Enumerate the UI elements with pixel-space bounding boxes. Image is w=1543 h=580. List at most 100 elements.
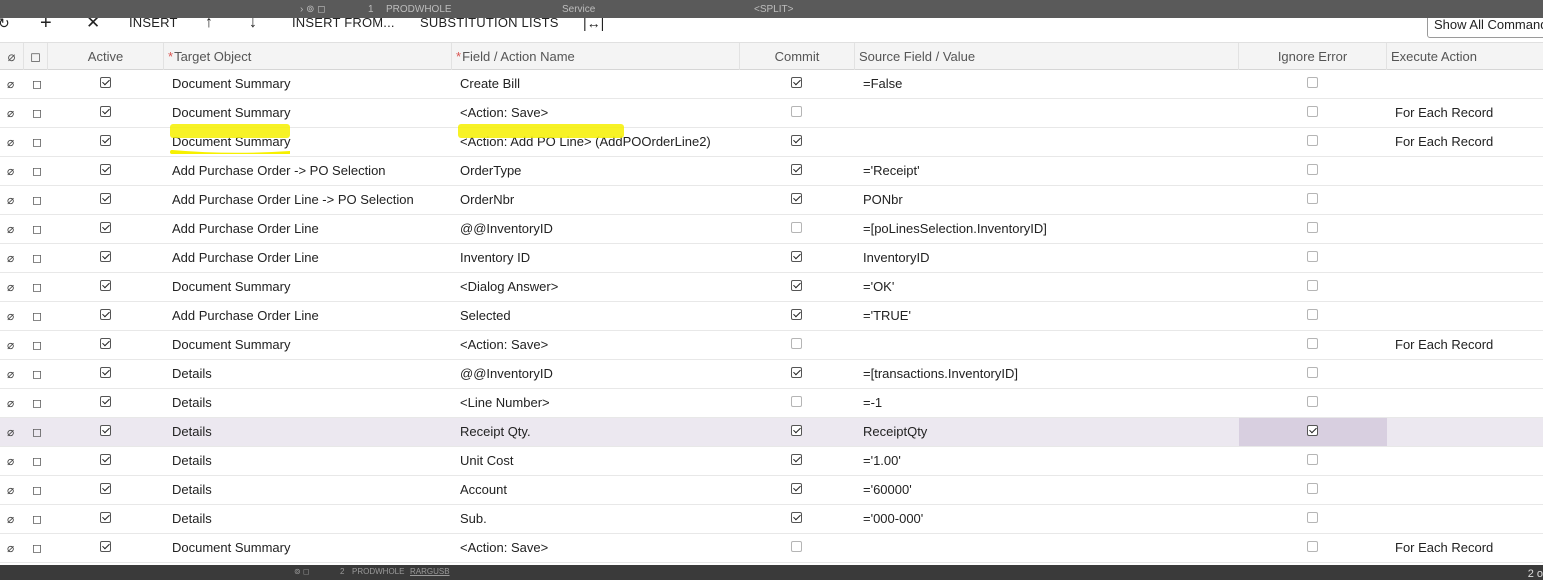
active-checkbox[interactable] [100,280,111,291]
note-icon[interactable]: ◻ [32,476,42,504]
commit-checkbox[interactable] [791,280,802,291]
commit-checkbox[interactable] [791,512,802,523]
ignore-error-checkbox[interactable] [1307,280,1318,291]
ignore-error-checkbox[interactable] [1307,222,1318,233]
attachment-icon[interactable]: ⌀ [7,476,14,504]
active-checkbox[interactable] [100,483,111,494]
plus-icon[interactable]: + [40,18,52,33]
ignore-error-checkbox[interactable] [1307,251,1318,262]
commit-checkbox[interactable] [791,541,802,552]
table-row[interactable]: ⌀ ◻ Document Summary <Dialog Answer> ='OK' [0,273,1543,302]
field-action-cell[interactable]: <Line Number> [460,389,550,417]
target-object-cell[interactable]: Document Summary [172,273,290,301]
table-row[interactable]: ⌀ ◻ Details Sub. ='000-000' [0,505,1543,534]
ignore-error-checkbox[interactable] [1307,367,1318,378]
commit-checkbox[interactable] [791,193,802,204]
table-row[interactable]: ⌀ ◻ Details @@InventoryID =[transactions.Inv… [0,360,1543,389]
table-row[interactable]: ⌀ ◻ Document Summary <Action: Save> For Each… [0,534,1543,563]
field-action-cell[interactable]: Create Bill [460,70,520,98]
note-icon[interactable]: ◻ [32,186,42,214]
source-field-cell[interactable]: ='TRUE' [863,302,911,330]
target-object-cell[interactable]: Document Summary [172,534,290,562]
note-icon[interactable]: ◻ [32,99,42,127]
target-object-cell[interactable]: Details [172,447,212,475]
table-row[interactable]: ⌀ ◻ Details Unit Cost ='1.00' [0,447,1543,476]
target-object-cell[interactable]: Details [172,418,212,446]
ignore-error-checkbox[interactable] [1307,309,1318,320]
execute-action-cell[interactable]: For Each Record [1395,331,1493,359]
field-action-cell[interactable]: OrderType [460,157,521,185]
col-ignore-error[interactable]: Ignore Error [1239,43,1387,70]
attachment-icon[interactable]: ⌀ [7,302,14,330]
commit-checkbox[interactable] [791,106,802,117]
ignore-error-checkbox[interactable] [1307,77,1318,88]
field-action-cell[interactable]: Receipt Qty. [460,418,531,446]
attachment-icon[interactable]: ⌀ [7,360,14,388]
active-checkbox[interactable] [100,425,111,436]
attachment-icon[interactable]: ⌀ [7,418,14,446]
source-field-cell[interactable]: ='60000' [863,476,912,504]
note-icon[interactable]: ◻ [32,70,42,98]
target-object-cell[interactable]: Details [172,505,212,533]
active-checkbox[interactable] [100,193,111,204]
ignore-error-checkbox[interactable] [1307,106,1318,117]
source-field-cell[interactable]: =-1 [863,389,882,417]
refresh-icon[interactable]: ↻ [0,18,10,32]
note-header-icon[interactable]: ◻ [24,43,48,70]
commit-checkbox[interactable] [791,251,802,262]
fit-columns-icon[interactable]: |↔| [583,18,604,32]
target-object-cell[interactable]: Add Purchase Order Line -> PO Selection [172,186,414,214]
field-action-cell[interactable]: OrderNbr [460,186,514,214]
source-field-cell[interactable]: =[transactions.InventoryID] [863,360,1018,388]
active-checkbox[interactable] [100,164,111,175]
execute-action-cell[interactable]: For Each Record [1395,99,1493,127]
attachment-icon[interactable]: ⌀ [7,99,14,127]
note-icon[interactable]: ◻ [32,331,42,359]
target-object-cell[interactable]: Details [172,360,212,388]
active-checkbox[interactable] [100,77,111,88]
source-field-cell[interactable]: ='1.00' [863,447,901,475]
attachment-header-icon[interactable]: ⌀ [0,43,24,70]
target-object-cell[interactable]: Document Summary [172,331,290,359]
show-all-commands-button[interactable]: Show All Commands [1427,18,1543,38]
commit-checkbox[interactable] [791,483,802,494]
table-row[interactable]: ⌀ ◻ Add Purchase Order Line Selected ='TRUE' [0,302,1543,331]
source-field-cell[interactable]: ='OK' [863,273,894,301]
ignore-error-checkbox[interactable] [1307,396,1318,407]
source-field-cell[interactable]: ='Receipt' [863,157,920,185]
note-icon[interactable]: ◻ [32,447,42,475]
target-object-cell[interactable]: Add Purchase Order Line [172,302,319,330]
insert-from-button[interactable]: INSERT FROM... [292,18,395,32]
target-object-cell[interactable]: Details [172,389,212,417]
active-checkbox[interactable] [100,512,111,523]
table-row[interactable]: ⌀ ◻ Add Purchase Order Line @@InventoryID =[… [0,215,1543,244]
note-icon[interactable]: ◻ [32,128,42,156]
attachment-icon[interactable]: ⌀ [7,447,14,475]
attachment-icon[interactable]: ⌀ [7,389,14,417]
active-checkbox[interactable] [100,309,111,320]
attachment-icon[interactable]: ⌀ [7,244,14,272]
attachment-icon[interactable]: ⌀ [7,186,14,214]
active-checkbox[interactable] [100,338,111,349]
close-icon[interactable]: ✕ [86,18,100,32]
ignore-error-checkbox[interactable] [1307,193,1318,204]
ignore-error-checkbox[interactable] [1307,541,1318,552]
insert-button[interactable]: INSERT [129,18,178,32]
target-object-cell[interactable]: Add Purchase Order Line [172,215,319,243]
note-icon[interactable]: ◻ [32,360,42,388]
arrow-up-icon[interactable]: ↑ [205,18,213,32]
col-source-field[interactable]: Source Field / Value [855,43,1239,70]
commit-checkbox[interactable] [791,425,802,436]
target-object-cell[interactable]: Add Purchase Order Line [172,244,319,272]
active-checkbox[interactable] [100,367,111,378]
table-row[interactable]: ⌀ ◻ Details Receipt Qty. ReceiptQty [0,418,1543,447]
table-row[interactable]: ⌀ ◻ Document Summary Create Bill =False [0,70,1543,99]
commit-checkbox[interactable] [791,396,802,407]
ignore-error-checkbox[interactable] [1307,483,1318,494]
source-field-cell[interactable]: ReceiptQty [863,418,927,446]
commit-checkbox[interactable] [791,164,802,175]
note-icon[interactable]: ◻ [32,418,42,446]
commit-checkbox[interactable] [791,222,802,233]
target-object-cell[interactable]: Document Summary [172,99,290,127]
ignore-error-checkbox[interactable] [1307,164,1318,175]
